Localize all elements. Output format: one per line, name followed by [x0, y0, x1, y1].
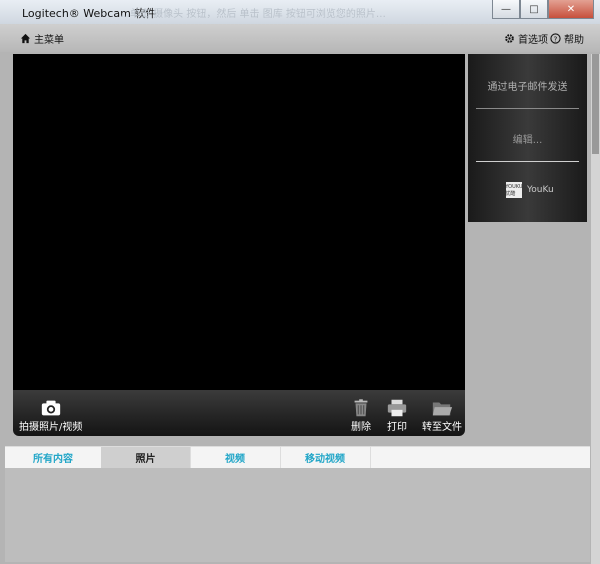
tab-videos[interactable]: 视频 — [190, 447, 281, 468]
gear-icon — [505, 34, 514, 43]
help-menu-label: 帮助 — [564, 35, 584, 46]
gallery-tabs: 所有内容 照片 视频 移动视频 — [5, 446, 590, 468]
move-to-folder-button[interactable]: 转至文件 — [422, 398, 462, 433]
ghost-hint-text: …单击 摄像头 按钮，然后 单击 图库 按钮可浏览您的照片… — [120, 9, 386, 20]
delete-label: 删除 — [351, 422, 371, 433]
youku-logo-icon: YOUKU 优酷 — [505, 182, 523, 198]
divider — [476, 161, 579, 162]
capture-toolbar: 拍摄照片/视频 删除 打印 转至文件 — [13, 390, 465, 436]
window-controls: — □ ✕ — [492, 0, 594, 19]
folder-icon — [432, 402, 453, 416]
delete-button[interactable]: 删除 — [350, 398, 372, 433]
app-window: Logitech® Webcam 软件 …单击 摄像头 按钮，然后 单击 图库 … — [0, 0, 600, 564]
youku-label: YouKu — [527, 185, 554, 195]
maximize-button[interactable]: □ — [520, 0, 548, 19]
move-to-folder-label: 转至文件 — [422, 422, 462, 433]
send-email-button[interactable]: 通过电子邮件发送 — [468, 78, 587, 93]
edit-button[interactable]: 编辑... — [468, 131, 587, 146]
youku-upload-button[interactable]: YOUKU 优酷 YouKu — [505, 182, 554, 198]
help-menu-button[interactable]: ? 帮助 — [550, 31, 584, 46]
print-button[interactable]: 打印 — [386, 398, 408, 433]
share-panel: 通过电子邮件发送 编辑... YOUKU 优酷 YouKu — [468, 54, 587, 222]
tab-all-content[interactable]: 所有内容 — [5, 447, 102, 468]
svg-text:?: ? — [554, 34, 558, 43]
scrollbar-thumb[interactable] — [592, 54, 599, 154]
divider — [476, 108, 579, 109]
settings-menu-button[interactable]: 首选项 — [504, 31, 548, 46]
minimize-button[interactable]: — — [492, 0, 520, 19]
gallery-content-area — [5, 468, 590, 562]
home-icon — [20, 33, 31, 44]
close-button[interactable]: ✕ — [548, 0, 594, 19]
print-label: 打印 — [387, 422, 407, 433]
title-bar: Logitech® Webcam 软件 …单击 摄像头 按钮，然后 单击 图库 … — [0, 0, 600, 25]
vertical-scrollbar[interactable] — [591, 54, 600, 564]
trash-icon — [354, 399, 368, 417]
settings-menu-label: 首选项 — [518, 35, 548, 46]
camera-icon — [41, 400, 60, 416]
menu-bar: 主菜单 首选项 ? 帮助 — [0, 24, 600, 52]
webcam-preview — [13, 54, 465, 390]
capture-button[interactable]: 拍摄照片/视频 — [19, 398, 82, 433]
tab-photos[interactable]: 照片 — [101, 447, 191, 468]
printer-icon — [387, 399, 407, 417]
help-icon: ? — [550, 33, 561, 44]
capture-label: 拍摄照片/视频 — [19, 422, 83, 433]
home-menu-button[interactable]: 主菜单 — [20, 31, 64, 46]
tab-mobile-videos[interactable]: 移动视频 — [280, 447, 371, 468]
home-menu-label: 主菜单 — [34, 35, 64, 46]
